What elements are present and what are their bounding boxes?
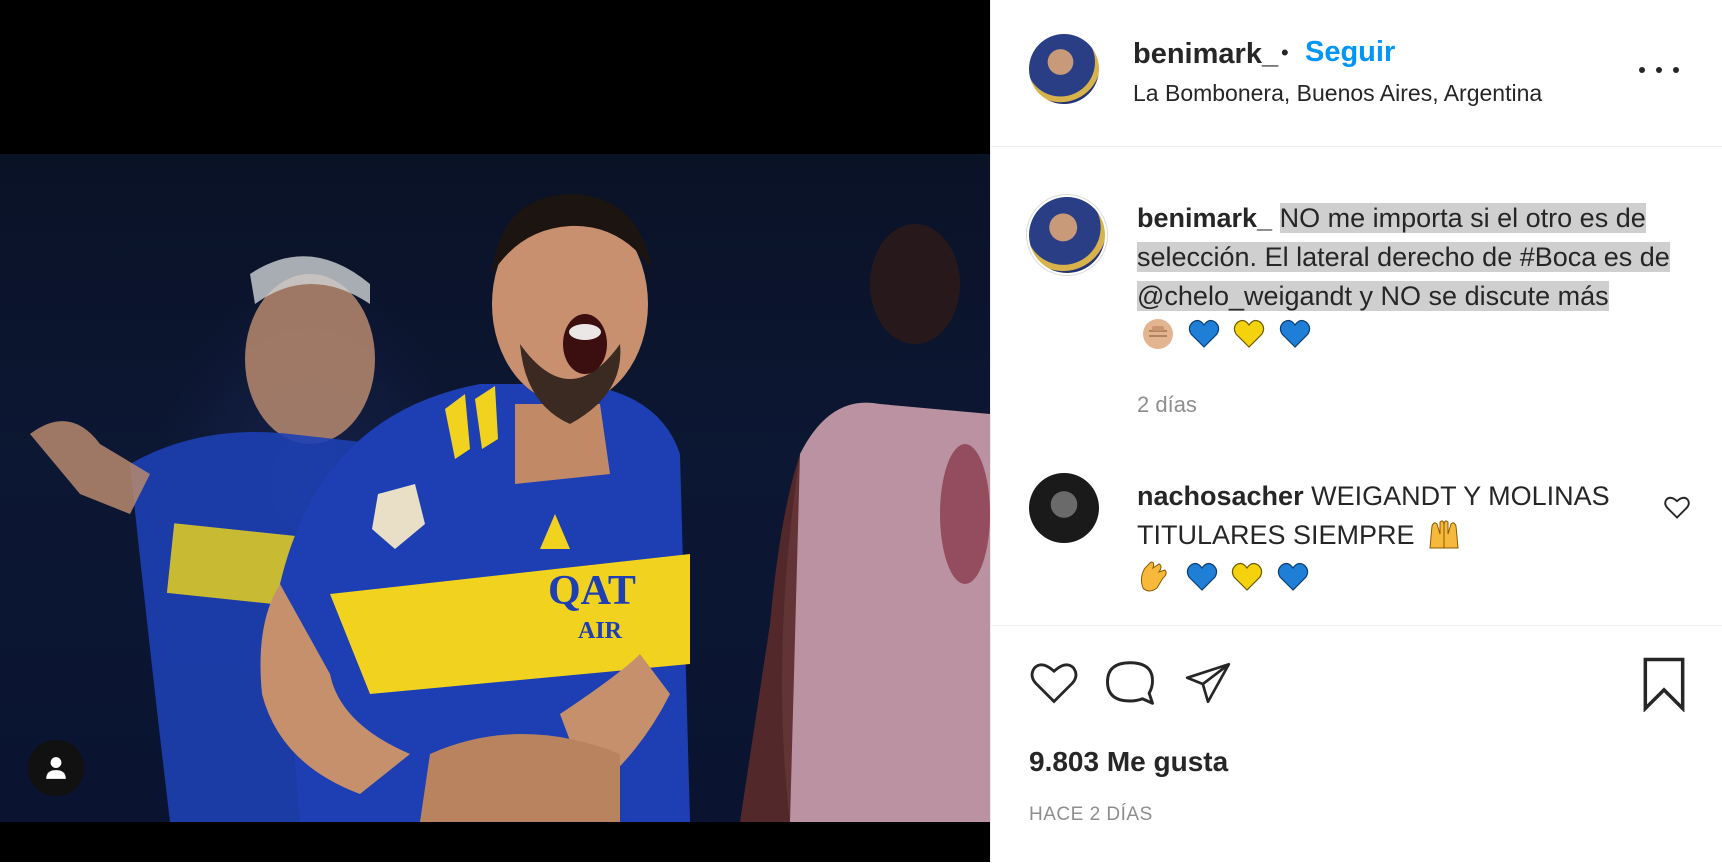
post-photo: QAT AIR [0, 154, 990, 822]
yellow-heart-emoji-icon [1233, 320, 1265, 349]
post-sidebar: benimark_ • Seguir La Bombonera, Buenos … [990, 0, 1722, 862]
author-avatar[interactable] [1029, 34, 1099, 104]
post-caption: benimark_ NO me importa si el otro es de… [1137, 199, 1697, 356]
comments-section[interactable]: benimark_ NO me importa si el otro es de… [991, 147, 1722, 625]
comment-like-heart-icon[interactable] [1663, 493, 1691, 521]
caption-emojis [1137, 317, 1312, 356]
comment-emojis [1422, 516, 1462, 557]
caption-username[interactable]: benimark_ [1137, 203, 1272, 233]
yellow-heart-emoji-icon [1231, 562, 1263, 591]
caption-author-avatar[interactable] [1029, 197, 1105, 273]
tagged-users-button[interactable] [28, 740, 84, 796]
post-actions: 9.803 Me gusta HACE 2 DÍAS [991, 625, 1722, 863]
clapping-hands-emoji-icon [1140, 561, 1167, 592]
comment-item: nachosacher WEIGANDT Y MOLINAS TITULARES… [1137, 477, 1637, 599]
caption-timestamp[interactable]: 2 días [1137, 392, 1197, 418]
save-bookmark-icon[interactable] [1639, 656, 1689, 712]
blue-heart-emoji-icon [1186, 562, 1217, 591]
post-timestamp[interactable]: HACE 2 DÍAS [1029, 804, 1153, 826]
like-heart-icon[interactable] [1027, 656, 1081, 708]
blue-heart-emoji-icon [1277, 562, 1308, 591]
share-paper-plane-icon[interactable] [1181, 658, 1235, 708]
blue-heart-emoji-icon [1188, 320, 1219, 349]
svg-text:AIR: AIR [578, 618, 623, 644]
separator-dot: • [1281, 40, 1289, 65]
likes-count[interactable]: 9.803 Me gusta [1029, 746, 1228, 778]
svg-text:QAT: QAT [548, 568, 636, 614]
person-icon [46, 757, 66, 779]
post-location[interactable]: La Bombonera, Buenos Aires, Argentina [1133, 80, 1542, 107]
commenter-avatar[interactable] [1029, 473, 1099, 543]
comment-emojis-line-2 [1137, 558, 1310, 599]
follow-button[interactable]: Seguir [1305, 36, 1395, 69]
photo-illustration: QAT AIR [30, 194, 990, 822]
author-username[interactable]: benimark_ [1133, 38, 1278, 71]
comment-username[interactable]: nachosacher [1137, 481, 1304, 511]
raising-hands-emoji-icon [1429, 520, 1459, 549]
blue-heart-emoji-icon [1279, 320, 1310, 349]
comment-bubble-icon[interactable] [1103, 656, 1157, 710]
post-header: benimark_ • Seguir La Bombonera, Buenos … [991, 0, 1722, 147]
fist-emoji-icon [1143, 319, 1173, 350]
more-options-icon[interactable] [1639, 58, 1679, 82]
post-media[interactable]: QAT AIR [0, 0, 990, 862]
